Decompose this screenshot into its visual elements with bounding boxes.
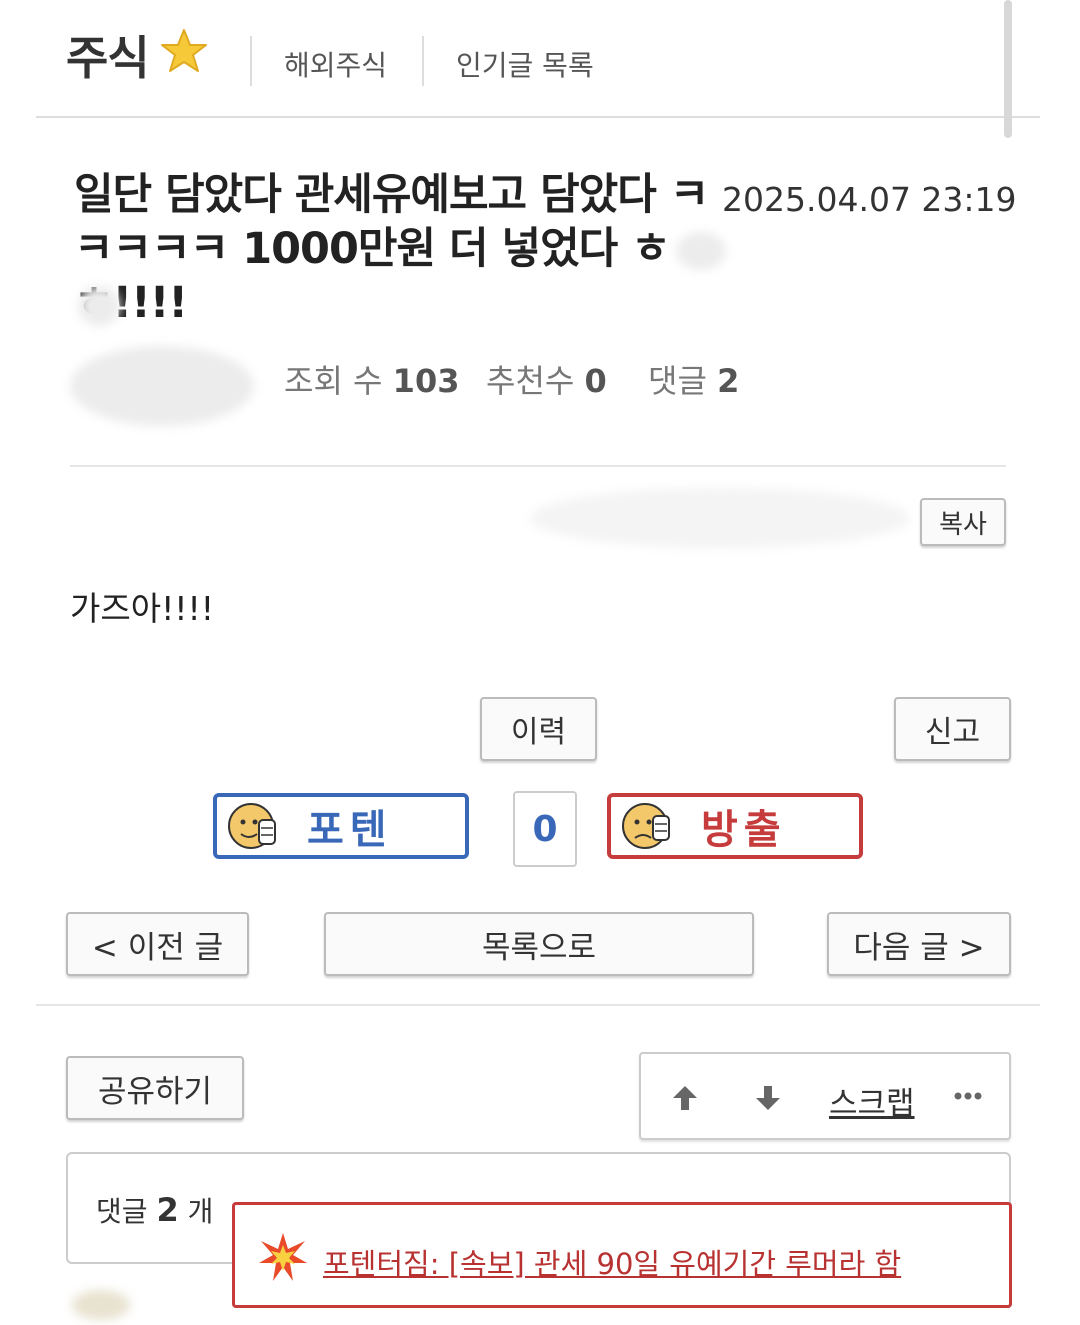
next-post-button[interactable]: 다음 글 > [827,912,1011,976]
upvote-button[interactable]: 포텐 [213,793,469,859]
explosion-icon [259,1233,307,1281]
post-date: 2025.04.07 23:19 [722,180,1017,219]
toast-link[interactable]: 포텐터짐: [속보] 관세 90일 유예기간 루머라 함 [323,1241,901,1283]
post-content: 가즈아!!!! [70,589,214,628]
redaction-blur [530,488,910,548]
header-separator [422,36,424,86]
popular-post-toast[interactable]: 포텐터짐: [속보] 관세 90일 유예기간 루머라 함 [232,1202,1012,1308]
action-bar: 스크랩 [639,1052,1011,1140]
thumbs-down-face-icon [622,803,670,849]
share-button[interactable]: 공유하기 [66,1056,244,1120]
divider [36,1004,1040,1006]
comment-count: 댓글 2 [648,362,740,400]
favorite-star-icon[interactable] [160,28,208,74]
post-title: 일단 담았다 관세유예보고 담았다 ㅋㅋㅋㅋㅋ 1000만원 더 넣었다 ㅎㅎ!… [74,170,709,328]
copy-button[interactable]: 복사 [920,498,1006,546]
prev-post-button[interactable]: < 이전 글 [66,912,249,976]
redaction-blur [676,232,726,270]
arrow-up-icon[interactable] [669,1082,701,1114]
view-count: 조회 수 103 [284,362,460,400]
author-redaction-blur [70,346,254,426]
comments-count-label: 댓글 2 개 [96,1191,214,1229]
arrow-down-icon[interactable] [752,1082,784,1114]
upvote-label: 포텐 [307,807,393,853]
overseas-stock-link[interactable]: 해외주식 [284,44,387,84]
history-button[interactable]: 이력 [480,697,597,761]
popular-list-link[interactable]: 인기글 목록 [456,44,594,84]
gallery-title[interactable]: 주식 [66,22,150,88]
scrollbar[interactable] [1004,0,1012,138]
vote-count: 0 [513,791,577,867]
list-button[interactable]: 목록으로 [324,912,754,976]
scrap-button[interactable]: 스크랩 [829,1078,915,1123]
downvote-button[interactable]: 방출 [607,793,863,859]
report-button[interactable]: 신고 [894,697,1011,761]
thumbs-up-face-icon [228,803,276,849]
avatar [72,1290,130,1320]
recommend-count: 추천수 0 [486,362,607,400]
more-dots-icon[interactable] [953,1090,983,1102]
top-bar: 주식 해외주식 인기글 목록 [36,0,1040,118]
header-separator [250,36,252,86]
divider [70,465,1006,467]
downvote-label: 방출 [701,807,787,853]
redaction-blur [78,286,120,326]
